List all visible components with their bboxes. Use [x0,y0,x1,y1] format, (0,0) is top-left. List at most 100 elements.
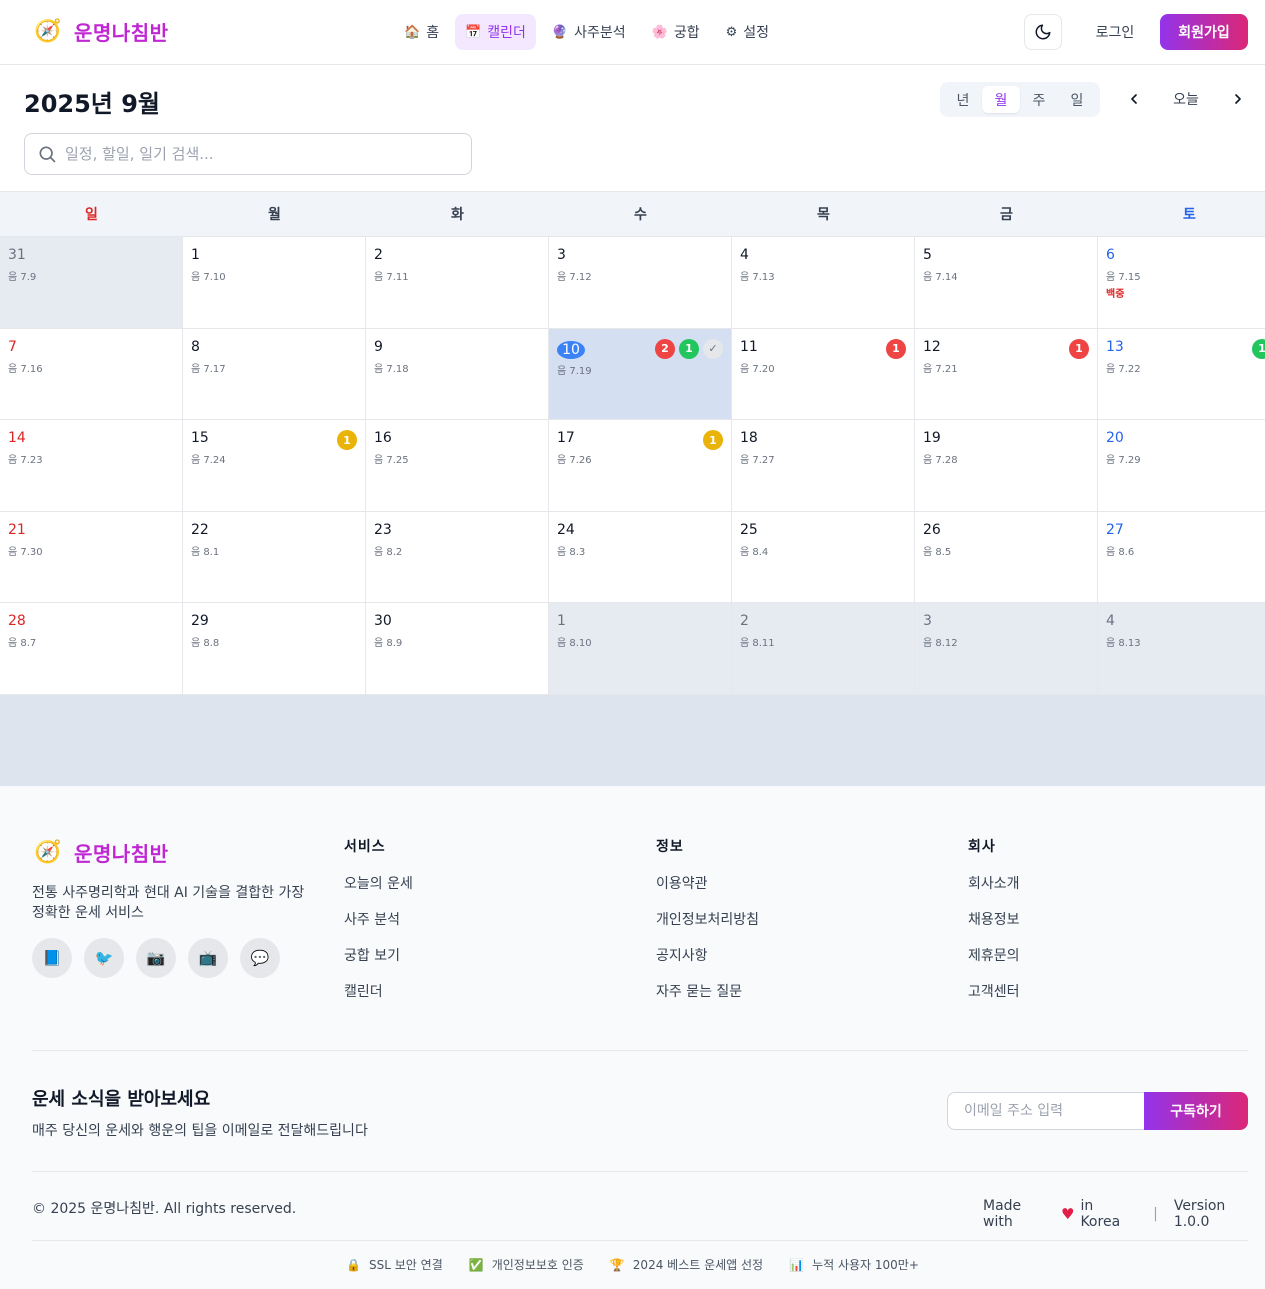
nav-item-2[interactable]: 🔮 사주분석 [542,14,636,50]
compass-icon: 🧭 [34,839,62,865]
view-option-0[interactable]: 년 [944,86,982,113]
logo[interactable]: 🧭 운명나침반 [34,17,169,46]
view-option-1[interactable]: 월 [982,86,1020,113]
event-count-badge[interactable]: 1 [703,430,723,451]
day-cell[interactable]: 26 음 8.5 [915,511,1098,604]
footer-link[interactable]: 오늘의 운세 [344,874,413,910]
day-cell[interactable]: 5 음 7.14 [915,237,1098,329]
day-cell[interactable]: 17 음 7.26 1 [549,420,732,512]
footer-logo[interactable]: 🧭 운명나침반 [34,838,169,867]
book-icon[interactable]: 📘 [32,938,72,978]
day-cell[interactable]: 14 음 7.23 [0,420,183,512]
day-number: 9 [374,338,383,355]
footer-link[interactable]: 고객센터 [968,982,1020,1018]
login-button[interactable]: 로그인 [1080,14,1150,50]
nav-item-1[interactable]: 📅 캘린더 [455,14,536,50]
bird-icon[interactable]: 🐦 [84,938,124,978]
lunar-date: 음 8.2 [374,546,403,558]
event-count-badge[interactable]: 2 [655,338,675,359]
event-count-badge[interactable]: 1 [1252,338,1265,359]
event-count-badge[interactable]: 1 [1069,338,1089,359]
day-cell[interactable]: 4 음 8.13 [1098,603,1265,695]
signup-button[interactable]: 회원가입 [1160,14,1248,50]
certifications: 🔒 SSL 보안 연결 ✅ 개인정보보호 인증 🏆 2024 베스트 운세앱 선정 📊 누적 … [0,1256,1265,1273]
day-cell[interactable]: 8 음 7.17 [183,328,366,421]
made-with-country: in Korea [1080,1198,1121,1230]
footer-link[interactable]: 개인정보처리방침 [656,910,759,946]
view-option-3[interactable]: 일 [1058,86,1096,113]
footer-link[interactable]: 제휴문의 [968,946,1020,982]
lunar-date: 음 7.12 [557,272,592,283]
nav-item-4[interactable]: ⚙ 설정 [716,14,779,50]
day-cell[interactable]: 9 음 7.18 [366,328,549,421]
day-number: 27 [1106,521,1124,538]
day-cell[interactable]: 1 음 7.10 [183,237,366,329]
event-count-badge[interactable]: 1 [679,338,699,359]
lunar-date: 음 7.29 [1106,455,1141,467]
check-icon[interactable]: ✓ [703,338,723,359]
nav-item-label: 설정 [743,25,769,41]
cert-label: 2024 베스트 운세앱 선정 [632,1258,764,1272]
search-input[interactable] [65,145,445,163]
weekday-label: 일 [85,207,98,223]
footer-link[interactable]: 자주 묻는 질문 [656,982,759,1018]
event-count-badge[interactable]: 1 [886,338,906,359]
day-cell[interactable]: 15 음 7.24 1 [183,420,366,512]
footer-link[interactable]: 회사소개 [968,874,1020,910]
day-cell[interactable]: 21 음 7.30 [0,511,183,604]
footer-link[interactable]: 채용정보 [968,910,1020,946]
day-cell[interactable]: 2 음 8.11 [732,603,915,695]
day-number: 16 [374,430,392,447]
cert-item: 🔒 SSL 보안 연결 [346,1256,443,1273]
day-cell[interactable]: 19 음 7.28 [915,420,1098,512]
footer-link[interactable]: 공지사항 [656,946,759,982]
day-number: 12 [923,338,941,355]
next-month-button[interactable] [1224,84,1252,114]
day-cell[interactable]: 12 음 7.21 1 [915,328,1098,421]
tv-icon[interactable]: 📺 [188,938,228,978]
subscribe-button[interactable]: 구독하기 [1144,1092,1248,1130]
day-cell[interactable]: 10 음 7.19 2 1 ✓ [549,328,732,421]
footer-link[interactable]: 이용약관 [656,874,759,910]
nav-item-3[interactable]: 🌸 궁합 [642,14,710,50]
view-option-2[interactable]: 주 [1020,86,1058,113]
day-cell[interactable]: 25 음 8.4 [732,511,915,604]
day-cell[interactable]: 30 음 8.9 [366,603,549,695]
footer-link[interactable]: 사주 분석 [344,910,413,946]
compass-icon: 🧭 [34,18,62,44]
day-cell[interactable]: 20 음 7.29 [1098,420,1265,512]
newsletter-email-input[interactable] [947,1092,1145,1130]
camera-icon[interactable]: 📷 [136,938,176,978]
day-cell[interactable]: 28 음 8.7 [0,603,183,695]
nav-item-0[interactable]: 🏠 홈 [394,14,449,50]
event-badges: 1 [1069,338,1089,359]
dark-mode-toggle[interactable] [1024,14,1062,50]
day-cell[interactable]: 1 음 8.10 [549,603,732,695]
day-cell[interactable]: 29 음 8.8 [183,603,366,695]
lunar-date: 음 8.12 [923,638,958,650]
day-cell[interactable]: 4 음 7.13 [732,237,915,329]
day-cell[interactable]: 2 음 7.11 [366,237,549,329]
day-cell[interactable]: 13 음 7.22 1 [1098,328,1265,421]
day-cell[interactable]: 3 음 7.12 [549,237,732,329]
day-number: 3 [923,613,932,630]
day-cell[interactable]: 27 음 8.6 [1098,511,1265,604]
day-cell[interactable]: 22 음 8.1 [183,511,366,604]
prev-month-button[interactable] [1120,84,1148,114]
event-count-badge[interactable]: 1 [337,430,357,451]
lunar-date: 음 7.17 [191,363,226,375]
day-cell[interactable]: 31 음 7.9 [0,237,183,329]
day-cell[interactable]: 18 음 7.27 [732,420,915,512]
footer-link[interactable]: 캘린더 [344,982,413,1018]
day-cell[interactable]: 23 음 8.2 [366,511,549,604]
day-cell[interactable]: 7 음 7.16 [0,328,183,421]
day-cell[interactable]: 24 음 8.3 [549,511,732,604]
footer-link[interactable]: 궁합 보기 [344,946,413,982]
day-cell[interactable]: 6 음 7.15 백중 [1098,237,1265,329]
day-cell[interactable]: 16 음 7.25 [366,420,549,512]
lunar-date: 음 7.28 [923,455,958,467]
today-button[interactable]: 오늘 [1160,84,1212,114]
day-cell[interactable]: 3 음 8.12 [915,603,1098,695]
chat-icon[interactable]: 💬 [240,938,280,978]
day-cell[interactable]: 11 음 7.20 1 [732,328,915,421]
